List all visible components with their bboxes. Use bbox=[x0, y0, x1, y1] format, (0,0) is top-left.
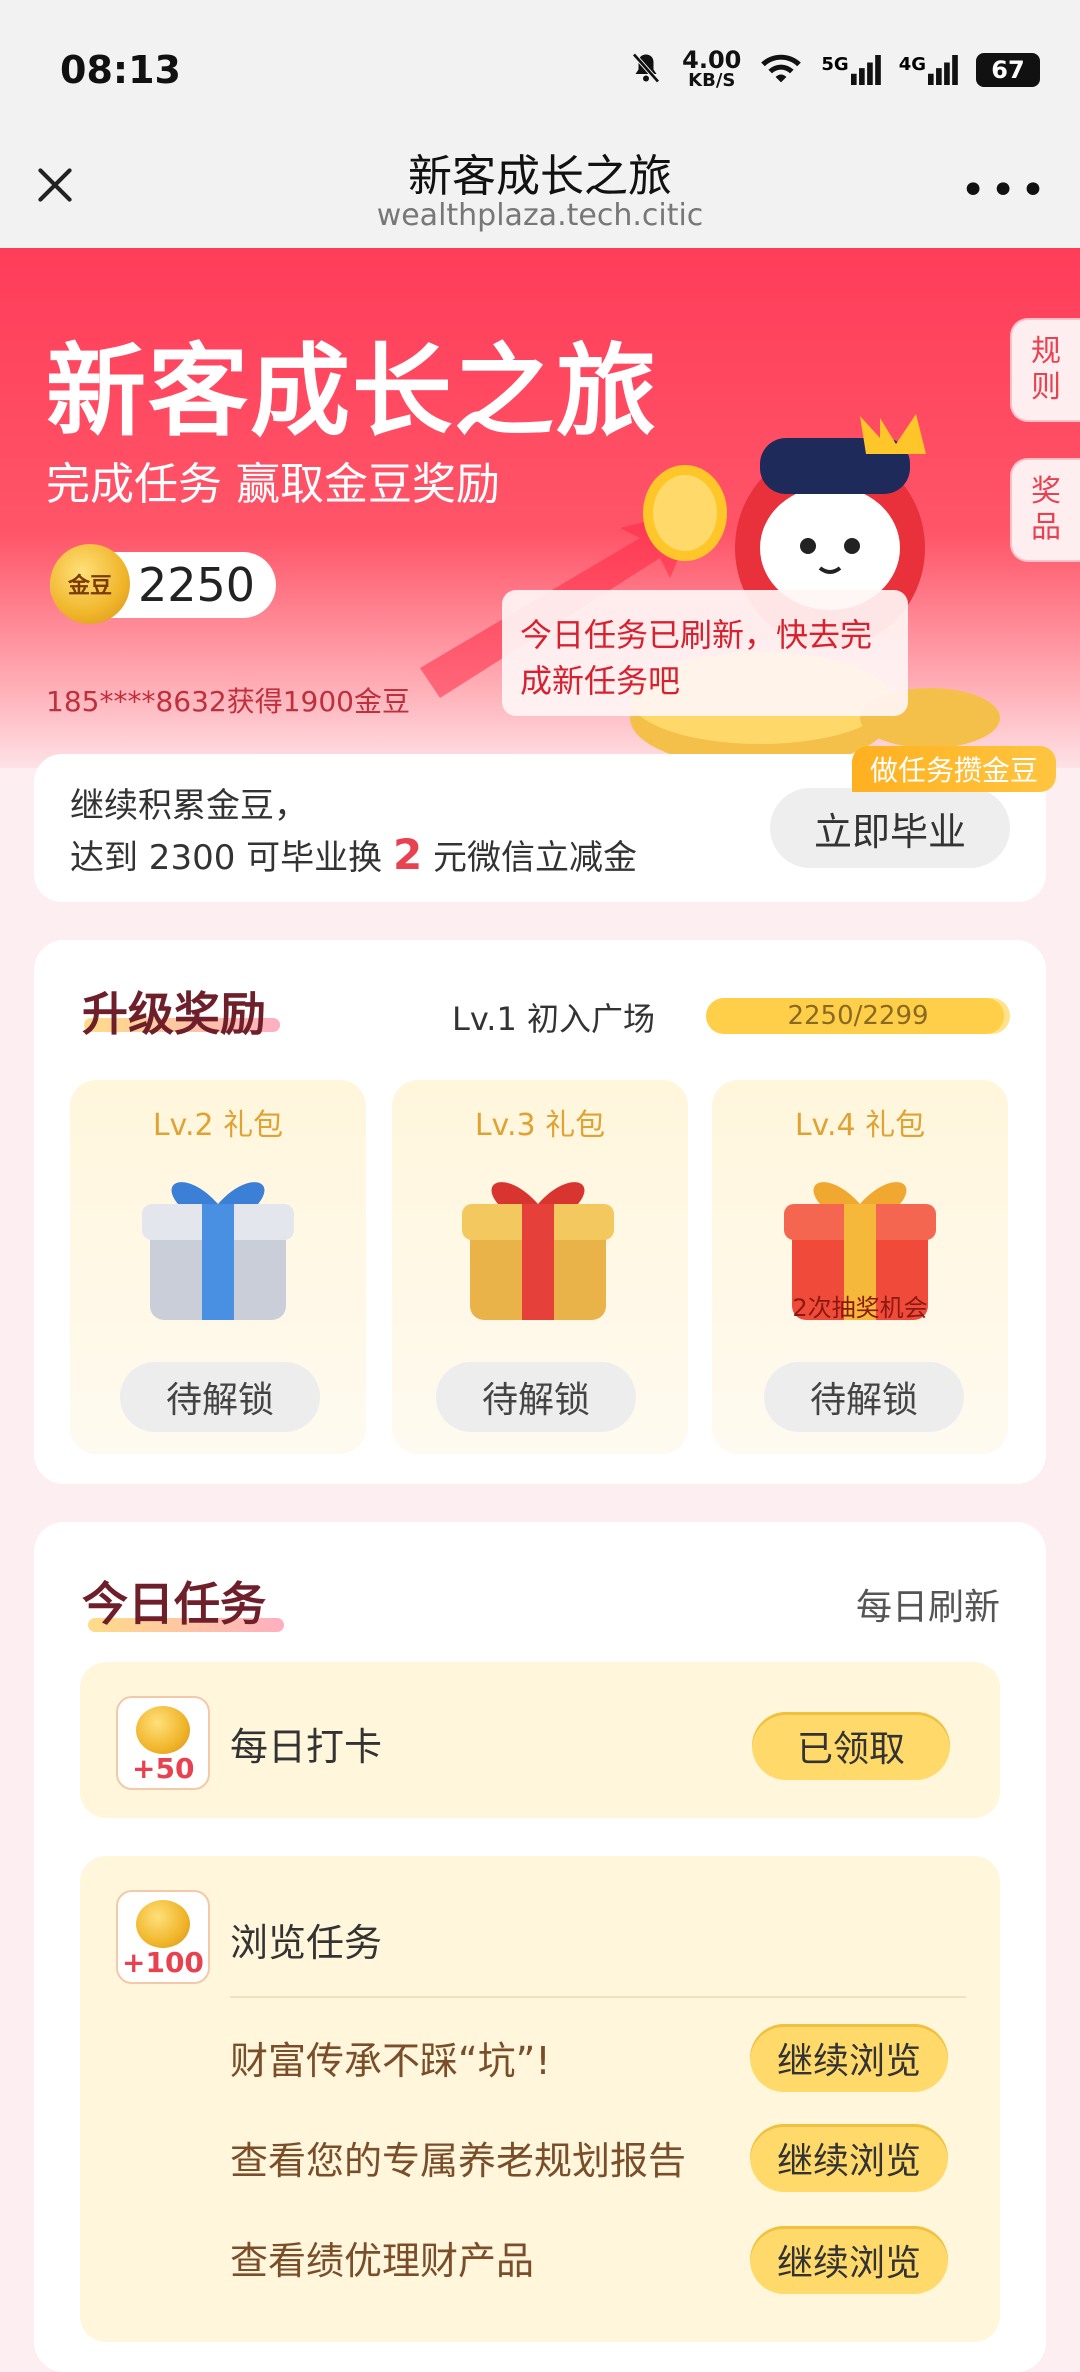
browse-item-label: 查看您的专属养老规划报告 bbox=[230, 2139, 687, 2183]
divider bbox=[230, 1996, 966, 1998]
earn-beans-tag: 做任务攒金豆 bbox=[852, 746, 1056, 792]
gift-unlock-button-lv3[interactable]: 待解锁 bbox=[436, 1362, 636, 1432]
battery-icon: 67 bbox=[976, 53, 1040, 87]
browse-item-label: 查看绩优理财产品 bbox=[230, 2239, 535, 2283]
page-url: wealthplaza.tech.citic bbox=[376, 198, 704, 233]
checkin-reward: +50 bbox=[132, 1752, 195, 1785]
prize-tab[interactable]: 奖品 bbox=[1010, 458, 1080, 562]
hero-title: 新客成长之旅 bbox=[46, 333, 658, 450]
reward-100-icon: +100 bbox=[116, 1890, 210, 1984]
refresh-toast: 今日任务已刷新，快去完成新任务吧 bbox=[502, 590, 908, 716]
graduation-amount: 2 bbox=[392, 830, 423, 879]
graduation-line2-prefix: 达到 2300 可毕业换 bbox=[70, 838, 393, 878]
today-tasks-title: 今日任务 bbox=[82, 1577, 266, 1631]
winner-ticker: 185****8632获得1900金豆 bbox=[46, 685, 410, 718]
gift-name-lv3: Lv.3 礼包 bbox=[474, 1108, 606, 1143]
gold-bean-icon: 金豆 bbox=[50, 544, 130, 624]
net-speed: 4.00 KB/S bbox=[682, 48, 741, 91]
hero-subtitle: 完成任务 赢取金豆奖励 bbox=[46, 459, 500, 510]
browse-reward: +100 bbox=[122, 1946, 204, 1979]
checkin-claimed-button[interactable]: 已领取 bbox=[752, 1712, 950, 1780]
page-title: 新客成长之旅 bbox=[408, 151, 672, 202]
gift-name-lv4: Lv.4 礼包 bbox=[794, 1108, 926, 1143]
continue-browse-button[interactable]: 继续浏览 bbox=[750, 2226, 948, 2294]
current-level: Lv.1 初入广场 bbox=[452, 1000, 655, 1038]
reward-50-icon: +50 bbox=[116, 1696, 210, 1790]
coin-balance: 2250 bbox=[138, 558, 256, 612]
graduation-line2: 达到 2300 可毕业换 2 元微信立减金 bbox=[70, 830, 637, 879]
net-speed-unit: KB/S bbox=[688, 69, 736, 91]
level-progress-bar: 2250/2299 bbox=[706, 998, 1010, 1034]
status-time: 08:13 bbox=[60, 48, 181, 92]
level-progress-text: 2250/2299 bbox=[787, 1001, 929, 1031]
graduation-line2-suffix: 元微信立减金 bbox=[422, 838, 637, 878]
status-icons: 4.00 KB/S 5G 4G 67 bbox=[628, 48, 1040, 91]
upgrade-title: 升级奖励 bbox=[82, 987, 266, 1041]
continue-browse-button[interactable]: 继续浏览 bbox=[750, 2124, 948, 2192]
gift-badge-lv4: 2次抽奖机会 bbox=[792, 1294, 928, 1322]
browse-task-name: 浏览任务 bbox=[230, 1921, 383, 1965]
browse-item-label: 财富传承不踩“坑”! bbox=[230, 2039, 551, 2083]
graduate-button[interactable]: 立即毕业 bbox=[770, 788, 1010, 868]
gold-bean-icon bbox=[136, 1900, 190, 1948]
checkin-task-name: 每日打卡 bbox=[230, 1725, 383, 1769]
mute-bell-icon bbox=[628, 50, 664, 90]
daily-refresh-label: 每日刷新 bbox=[855, 1587, 1000, 1628]
gold-bean-icon bbox=[136, 1706, 190, 1754]
prize-tab-label: 奖品 bbox=[1031, 474, 1061, 545]
signal-5g-label: 5G bbox=[821, 54, 849, 75]
gift-unlock-button-lv2[interactable]: 待解锁 bbox=[120, 1362, 320, 1432]
wifi-icon bbox=[759, 50, 803, 90]
more-icon[interactable]: ••• bbox=[960, 165, 1050, 216]
gift-name-lv2: Lv.2 礼包 bbox=[152, 1108, 284, 1143]
rules-tab[interactable]: 规则 bbox=[1010, 318, 1080, 422]
rules-tab-label: 规则 bbox=[1031, 334, 1061, 405]
graduation-line1: 继续积累金豆， bbox=[70, 786, 308, 826]
signal-4g-icon: 4G bbox=[899, 54, 958, 86]
signal-4g-label: 4G bbox=[898, 54, 926, 75]
continue-browse-button[interactable]: 继续浏览 bbox=[750, 2024, 948, 2092]
gift-box-red-icon bbox=[448, 1160, 628, 1334]
gift-box-blue-icon bbox=[128, 1160, 308, 1334]
signal-5g-icon: 5G bbox=[821, 54, 881, 86]
gift-unlock-button-lv4[interactable]: 待解锁 bbox=[764, 1362, 964, 1432]
